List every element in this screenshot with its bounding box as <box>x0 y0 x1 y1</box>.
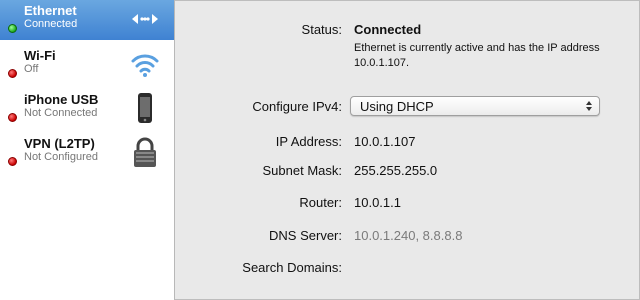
select-arrows-icon <box>586 101 592 111</box>
service-name: Wi-Fi <box>24 48 56 63</box>
service-item-iphone-usb[interactable]: iPhone USB Not Connected <box>0 89 174 129</box>
router-label: Router: <box>299 195 342 210</box>
status-description: Ethernet is currently active and has the… <box>354 42 600 69</box>
ip-address-value[interactable]: 10.0.1.107 <box>354 134 415 149</box>
configure-ipv4-select[interactable]: Using DHCP <box>350 96 600 116</box>
status-dot-red <box>8 69 17 78</box>
ethernet-arrows-icon <box>132 14 158 24</box>
service-item-vpn[interactable]: VPN (L2TP) Not Configured <box>0 133 174 173</box>
configure-ipv4-label: Configure IPv4: <box>252 99 342 114</box>
service-status: Off <box>24 63 39 75</box>
service-item-ethernet[interactable]: Ethernet Connected <box>0 0 174 40</box>
status-dot-red <box>8 113 17 122</box>
status-dot-green <box>8 24 17 33</box>
service-status: Not Configured <box>24 151 98 163</box>
service-status: Not Connected <box>24 107 98 119</box>
service-item-wifi[interactable]: Wi-Fi Off <box>0 45 174 85</box>
configure-ipv4-value: Using DHCP <box>360 99 434 114</box>
ip-address-label: IP Address: <box>275 134 342 149</box>
dns-server-label: DNS Server: <box>269 228 342 243</box>
search-domains-label: Search Domains: <box>242 260 342 275</box>
service-name: VPN (L2TP) <box>24 136 95 151</box>
service-list: Ethernet Connected Wi-Fi Off iPhone USB … <box>0 0 175 300</box>
lock-icon <box>134 137 156 167</box>
subnet-mask-value[interactable]: 255.255.255.0 <box>354 163 437 178</box>
wifi-icon <box>131 54 159 77</box>
service-name: iPhone USB <box>24 92 99 107</box>
service-name: Ethernet <box>24 3 77 18</box>
status-label: Status: <box>301 22 342 37</box>
router-value[interactable]: 10.0.1.1 <box>354 195 401 210</box>
detail-pane: Status: Connected Ethernet is currently … <box>176 0 640 300</box>
iphone-icon <box>138 93 152 123</box>
status-value: Connected <box>354 22 422 37</box>
status-dot-red <box>8 157 17 166</box>
subnet-mask-label: Subnet Mask: <box>262 163 343 178</box>
dns-server-value[interactable]: 10.0.1.240, 8.8.8.8 <box>354 228 462 243</box>
service-status: Connected <box>24 18 78 30</box>
